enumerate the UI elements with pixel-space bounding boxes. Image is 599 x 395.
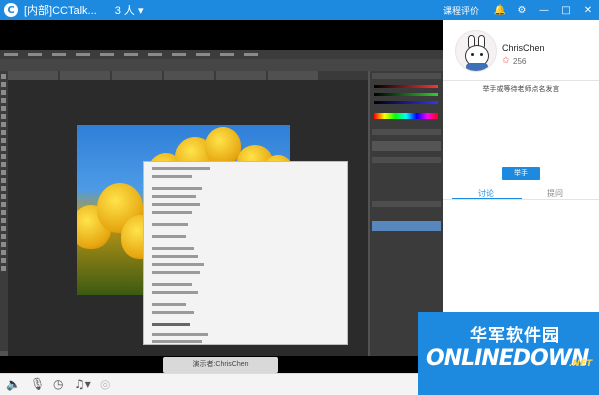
screen-share-stage: 演示者:ChrisChen (0, 20, 443, 373)
maximize-icon[interactable]: □ (555, 5, 577, 16)
settings-icon[interactable]: ⚙ (511, 5, 533, 16)
title-bar: C [内部]CCTalk... 3 人 ▾ 课程评价 🔔 ⚙ — □ ✕ (0, 0, 599, 20)
cctalk-logo-icon: C (4, 3, 18, 17)
course-evaluation-link[interactable]: 课程评价 (443, 4, 479, 17)
user-name: ChrisChen (502, 43, 545, 53)
speaker-icon[interactable]: 🔈 (6, 377, 21, 391)
clock-icon[interactable]: ◷ (53, 377, 63, 391)
user-score: 256 (513, 57, 527, 66)
hand-raise-button[interactable]: 举手 (502, 167, 540, 180)
photoshop-toolbox (0, 71, 8, 351)
tab-divider (443, 199, 599, 200)
onlinedown-watermark: 华军软件园 ONLINEDOWN .NET (418, 312, 599, 395)
hand-raise-hint: 举手或等待老师点名发言 (482, 86, 560, 93)
music-icon[interactable]: ♫▾ (74, 377, 91, 391)
shared-context-menu (143, 161, 348, 345)
tab-questions[interactable]: 提问 (547, 188, 563, 199)
watermark-cn-text: 华军软件园 (470, 326, 560, 346)
photoshop-menubar (0, 50, 443, 59)
avatar[interactable] (455, 30, 497, 72)
microphone-icon[interactable]: 🎙 (30, 377, 45, 391)
people-count-dropdown[interactable]: 3 人 ▾ (115, 2, 144, 18)
bell-icon[interactable]: 🔔 (489, 5, 511, 16)
photoshop-options-bar (0, 59, 443, 71)
watermark-en-text: ONLINEDOWN (426, 346, 589, 371)
star-icon: ✩ (502, 56, 510, 66)
presenter-label: 演示者:ChrisChen (163, 357, 278, 373)
minimize-icon[interactable]: — (533, 5, 555, 16)
watermark-suffix: .NET (569, 359, 593, 369)
photoshop-layer-row (372, 221, 441, 231)
window-title: [内部]CCTalk... (24, 5, 97, 17)
close-icon[interactable]: ✕ (577, 5, 599, 16)
record-icon[interactable]: ◎ (100, 377, 110, 391)
divider (443, 80, 599, 81)
photoshop-document-tabs (8, 71, 368, 80)
